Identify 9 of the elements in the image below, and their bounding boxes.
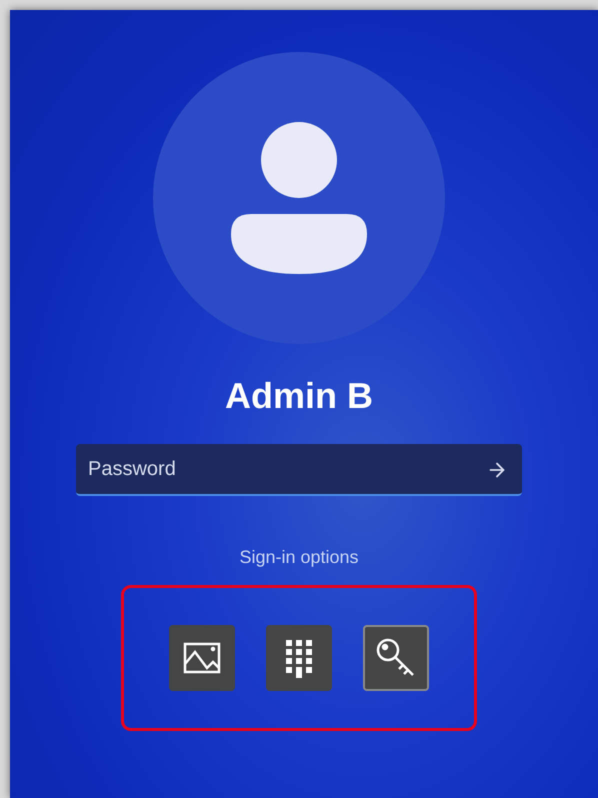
password-button[interactable] (363, 625, 429, 691)
image-icon (183, 642, 221, 674)
password-field[interactable]: Password (76, 444, 522, 496)
sign-in-options-label: Sign-in options (239, 546, 359, 569)
picture-password-button[interactable] (169, 625, 235, 691)
person-icon (231, 122, 367, 274)
keypad-icon (284, 638, 314, 678)
user-name: Admin B (225, 374, 373, 418)
pin-button[interactable] (266, 625, 332, 691)
